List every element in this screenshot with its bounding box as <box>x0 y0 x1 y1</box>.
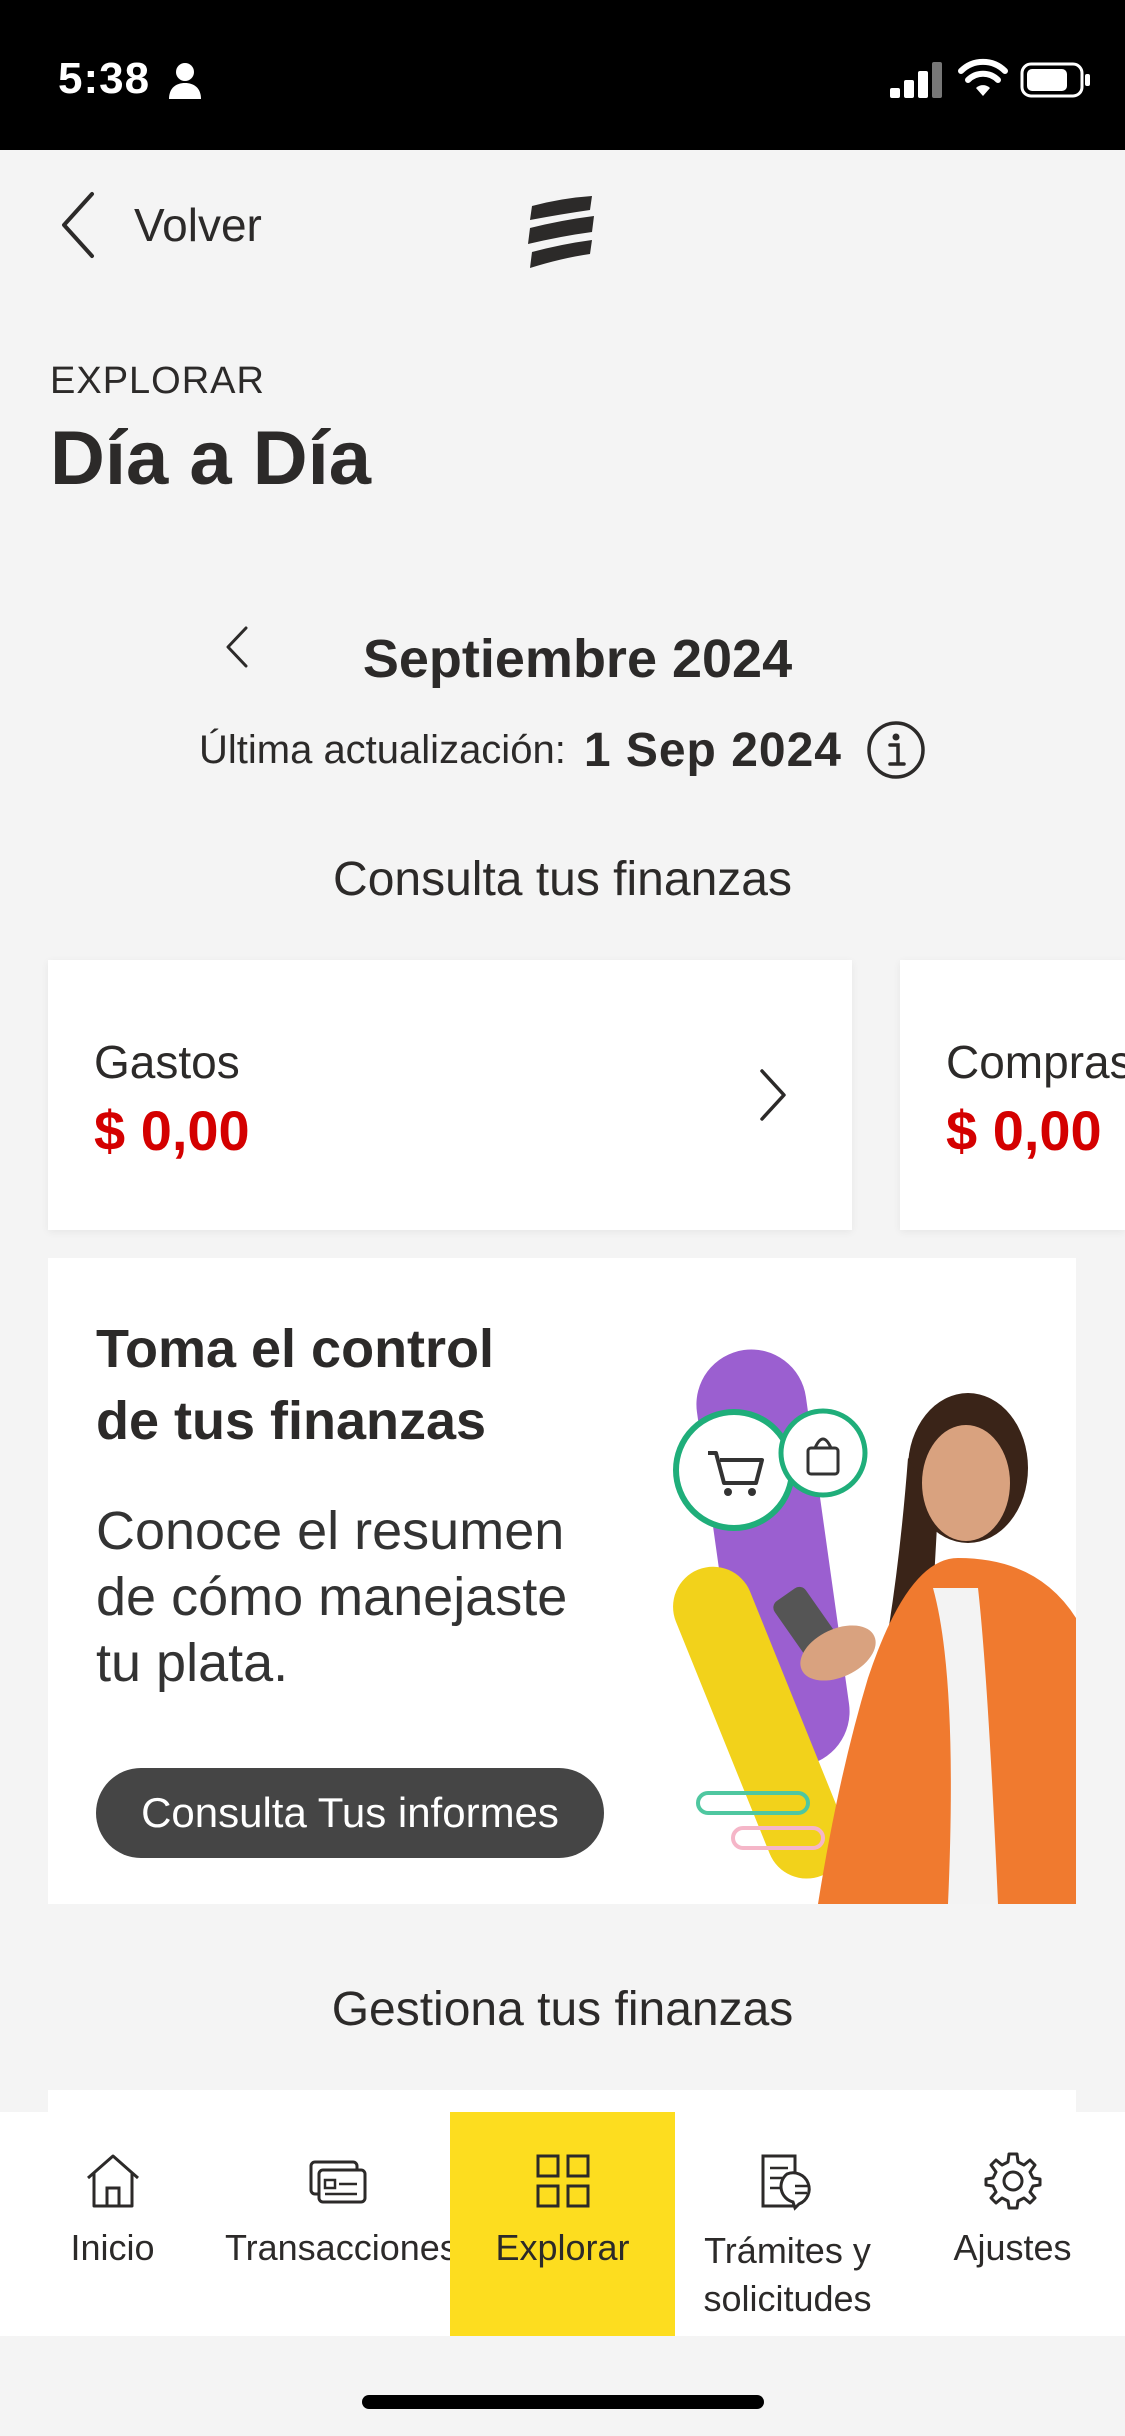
tab-ajustes[interactable]: Ajustes <box>900 2112 1125 2336</box>
promo-banner: Toma el control de tus finanzas Conoce e… <box>48 1258 1076 1904</box>
card-amount: $ 0,00 <box>946 1099 1102 1162</box>
last-update-date: 1 Sep 2024 <box>583 723 842 777</box>
card-title: Compras <box>946 1036 1125 1088</box>
page-title: Día a Día <box>50 416 372 501</box>
cart-icon <box>673 1409 795 1531</box>
gestiona-heading: Gestiona tus finanzas <box>331 1983 794 2036</box>
back-label: Volver <box>134 199 262 251</box>
tab-label: Ajustes <box>953 2227 1072 2268</box>
promo-text: Conoce el resumen de cómo manejaste tu p… <box>96 1501 568 1693</box>
wifi-icon <box>958 58 1008 96</box>
consulta-informes-button[interactable]: Consulta Tus informes <box>96 1768 604 1858</box>
card-amount: $ 0,00 <box>94 1099 250 1162</box>
person-icon <box>169 63 201 99</box>
promo-illustration <box>673 1349 1076 1904</box>
tab-label: Explorar <box>495 2227 630 2268</box>
tab-explorar[interactable]: Explorar <box>450 2112 675 2336</box>
back-button[interactable]: Volver <box>58 185 262 265</box>
gear-icon <box>984 2152 1042 2210</box>
gastos-card[interactable]: Gastos $ 0,00 <box>48 960 852 1230</box>
tab-transacciones[interactable]: Transacciones <box>225 2112 458 2336</box>
compras-card[interactable]: Compras $ 0,00 <box>900 960 1125 1230</box>
tab-label: Transacciones <box>225 2227 458 2268</box>
last-update-label: Última actualización: <box>198 727 566 772</box>
card-icon <box>309 2160 367 2204</box>
consulta-heading: Consulta tus finanzas <box>333 853 792 906</box>
signal-icon <box>890 62 942 98</box>
tab-bar: Inicio Transacciones Explorar Trámites y… <box>0 2112 1125 2336</box>
last-update-row: Última actualización: 1 Sep 2024 <box>0 720 1125 780</box>
brand-logo-icon <box>528 196 594 268</box>
section-label: EXPLORAR <box>50 360 265 402</box>
home-indicator <box>362 2395 764 2409</box>
tab-tramites[interactable]: Trámites y solicitudes <box>675 2112 900 2336</box>
chevron-left-icon <box>62 192 94 258</box>
tab-label: Inicio <box>70 2227 155 2268</box>
chevron-right-icon <box>760 1069 786 1121</box>
status-time: 5:38 <box>58 54 151 103</box>
home-icon <box>87 2154 139 2208</box>
tab-inicio[interactable]: Inicio <box>0 2112 225 2336</box>
promo-title: Toma el control de tus finanzas <box>96 1319 495 1451</box>
battery-icon <box>1020 62 1090 98</box>
month-label: Septiembre 2024 <box>362 629 793 689</box>
status-bar: 5:38 <box>0 0 1125 150</box>
document-icon <box>761 2154 811 2211</box>
grid-icon <box>536 2154 590 2208</box>
card-title: Gastos <box>94 1036 240 1088</box>
bag-icon <box>778 1408 868 1498</box>
tab-label: Trámites y solicitudes <box>703 2230 872 2319</box>
info-icon[interactable] <box>866 720 926 780</box>
